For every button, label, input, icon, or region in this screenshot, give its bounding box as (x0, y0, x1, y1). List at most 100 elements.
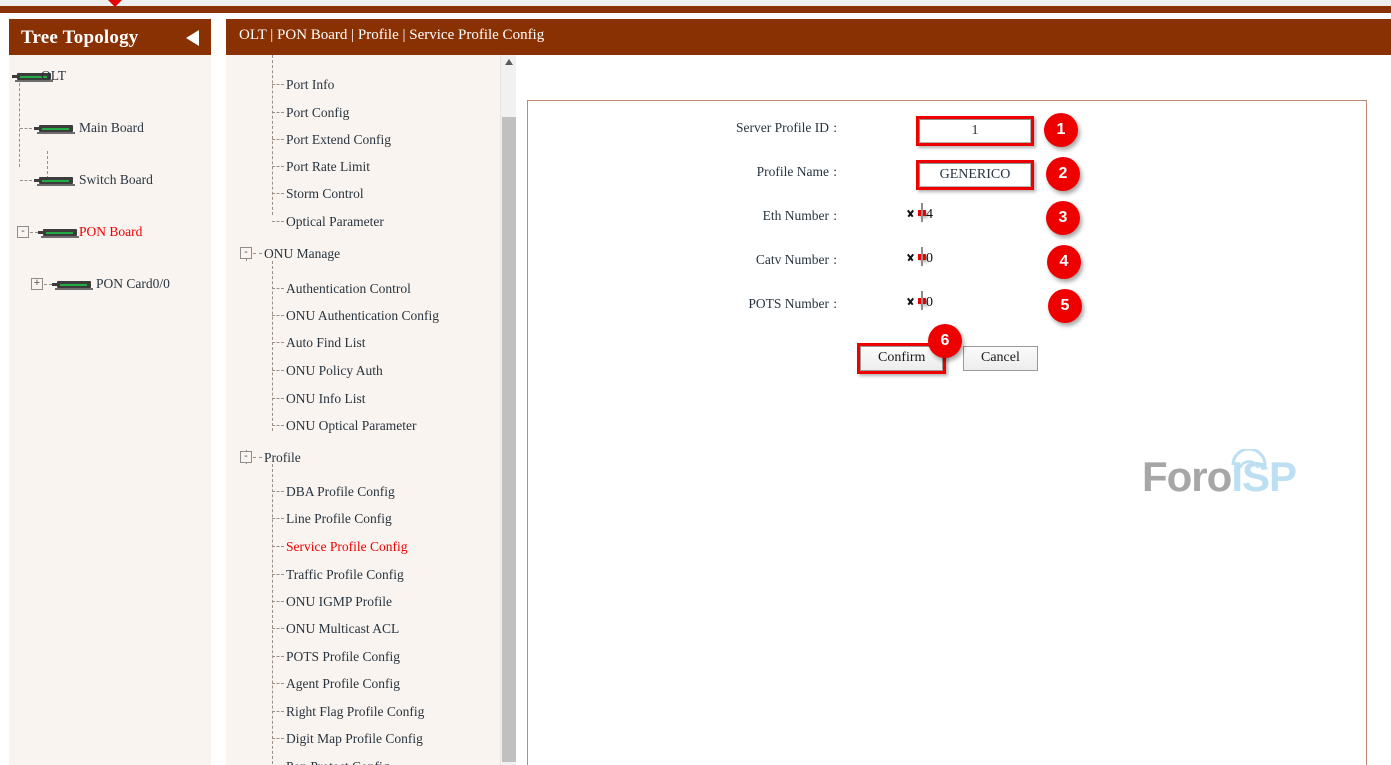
tree-topology-title: Tree Topology (21, 27, 139, 49)
menu-expander-collapse-icon[interactable]: - (240, 451, 252, 463)
menu-item-label: Authentication Control (286, 275, 411, 302)
tree-node-main-board[interactable]: Main Board (9, 115, 211, 141)
profile-name-input[interactable] (919, 163, 1031, 187)
menu-connector (253, 457, 262, 458)
field-colon: : (833, 120, 837, 136)
eth-number-select[interactable]: 4 (921, 203, 923, 222)
callout-badge-3: 3 (1046, 201, 1080, 235)
device-card-icon (55, 279, 93, 290)
tree-topology-header: Tree Topology (9, 19, 211, 55)
cancel-button[interactable]: Cancel (963, 346, 1038, 371)
menu-connector (272, 683, 284, 684)
field-control-wrap (916, 160, 1034, 190)
menu-scrollbar-thumb[interactable] (502, 117, 516, 762)
menu-item-label: ONU Multicast ACL (286, 615, 399, 642)
field-control-wrap: 4 (918, 204, 926, 222)
device-board-icon (37, 175, 75, 186)
menu-connector (272, 315, 284, 316)
scroll-up-arrow-icon[interactable] (505, 59, 513, 65)
tree-node-label: PON Card0/0 (96, 271, 170, 297)
tree-connector (20, 128, 32, 129)
content-area: Server Profile ID : 1 Profile Name : (516, 55, 1391, 765)
menu-item-label: Port Extend Config (286, 126, 391, 153)
tree-expander-collapse-icon[interactable]: - (17, 226, 29, 238)
pots-number-select[interactable]: 0 (921, 291, 923, 310)
form-actions: Confirm Cancel 6 (528, 341, 1366, 381)
tree-connector (30, 232, 38, 233)
tree-node-label: OLT (41, 63, 66, 89)
eth-number-value: 4 (926, 206, 933, 224)
chevron-down-icon[interactable] (906, 255, 915, 261)
menu-item-label: ONU Policy Auth (286, 357, 383, 384)
menu-item-label: ONU Optical Parameter (286, 412, 416, 439)
pots-number-value: 0 (926, 294, 933, 312)
service-profile-form: Server Profile ID : 1 Profile Name : (527, 100, 1367, 765)
field-label: Profile Name (757, 164, 829, 180)
tree-topology-panel: Tree Topology OLT Main Board (9, 19, 211, 765)
menu-item-label: Service Profile Config (286, 533, 407, 560)
menu-connector (272, 193, 284, 194)
tree-node-pon-board[interactable]: - PON Board (9, 219, 211, 245)
device-board-icon (37, 123, 75, 134)
menu-connector (272, 398, 284, 399)
navigation-menu: Port Info Port Config Port Extend Config… (226, 55, 500, 765)
field-row-server-profile-id: Server Profile ID : 1 (528, 116, 1366, 146)
menu-group-label: Profile (264, 444, 301, 471)
menu-connector (272, 84, 284, 85)
menu-scrollbar[interactable] (500, 55, 517, 765)
chevron-down-icon[interactable] (906, 211, 915, 217)
callout-badge-6: 6 (928, 324, 962, 358)
tree-node-olt[interactable]: OLT (9, 63, 211, 89)
menu-connector (272, 464, 273, 764)
menu-connector (272, 166, 284, 167)
menu-item-label: POTS Profile Config (286, 643, 400, 670)
field-label: POTS Number (748, 296, 829, 312)
foroisp-watermark: ForoISP (1142, 453, 1317, 503)
menu-connector (272, 425, 284, 426)
highlight-box (916, 116, 1034, 146)
breadcrumb-bar: OLT | PON Board | Profile | Service Prof… (226, 19, 1391, 55)
field-label: Server Profile ID (736, 120, 829, 136)
field-control-wrap: 0 (918, 292, 926, 310)
field-colon: : (833, 208, 837, 224)
menu-item-label: ONU IGMP Profile (286, 588, 392, 615)
callout-badge-4: 4 (1047, 245, 1081, 279)
tree-node-label: PON Board (79, 219, 142, 245)
menu-connector (272, 738, 284, 739)
menu-connector (272, 288, 284, 289)
field-colon: : (833, 252, 837, 268)
menu-item-label: Digit Map Profile Config (286, 725, 423, 752)
field-control-wrap: 0 (918, 248, 926, 266)
field-row-pots-number: POTS Number : 0 5 (528, 292, 1366, 322)
field-colon: : (833, 296, 837, 312)
tree-connector (20, 180, 32, 181)
menu-item-label: ONU Authentication Config (286, 302, 439, 329)
menu-connector (272, 342, 284, 343)
cancel-button-wrap: Cancel (963, 346, 1038, 371)
menu-item-label: Port Rate Limit (286, 153, 370, 180)
catv-number-select[interactable]: 0 (921, 247, 923, 266)
highlight-box: 0 (918, 298, 926, 304)
menu-item-label: ONU Info List (286, 385, 366, 412)
menu-connector (272, 491, 284, 492)
collapse-left-arrow-icon[interactable] (186, 30, 199, 46)
field-colon: : (833, 164, 837, 180)
menu-connector (272, 370, 284, 371)
tree-node-switch-board[interactable]: Switch Board (9, 167, 211, 193)
field-row-catv-number: Catv Number : 0 4 (528, 248, 1366, 278)
highlight-box: 4 (918, 210, 926, 216)
menu-expander-collapse-icon[interactable]: - (240, 247, 252, 259)
menu-item-label: Agent Profile Config (286, 670, 400, 697)
tree-node-label: Switch Board (79, 167, 153, 193)
red-triangle-marker-icon (108, 0, 122, 7)
field-row-eth-number: Eth Number : 4 3 (528, 204, 1366, 234)
menu-connector (272, 518, 284, 519)
menu-item-label: Right Flag Profile Config (286, 698, 424, 725)
server-profile-id-input[interactable] (919, 119, 1031, 143)
menu-connector (272, 601, 284, 602)
tree-expander-expand-icon[interactable]: + (31, 278, 43, 290)
chevron-down-icon[interactable] (906, 299, 915, 305)
wifi-arc-icon (1230, 449, 1268, 469)
tree-node-pon-card[interactable]: + PON Card0/0 (9, 271, 211, 297)
menu-connector (272, 628, 284, 629)
